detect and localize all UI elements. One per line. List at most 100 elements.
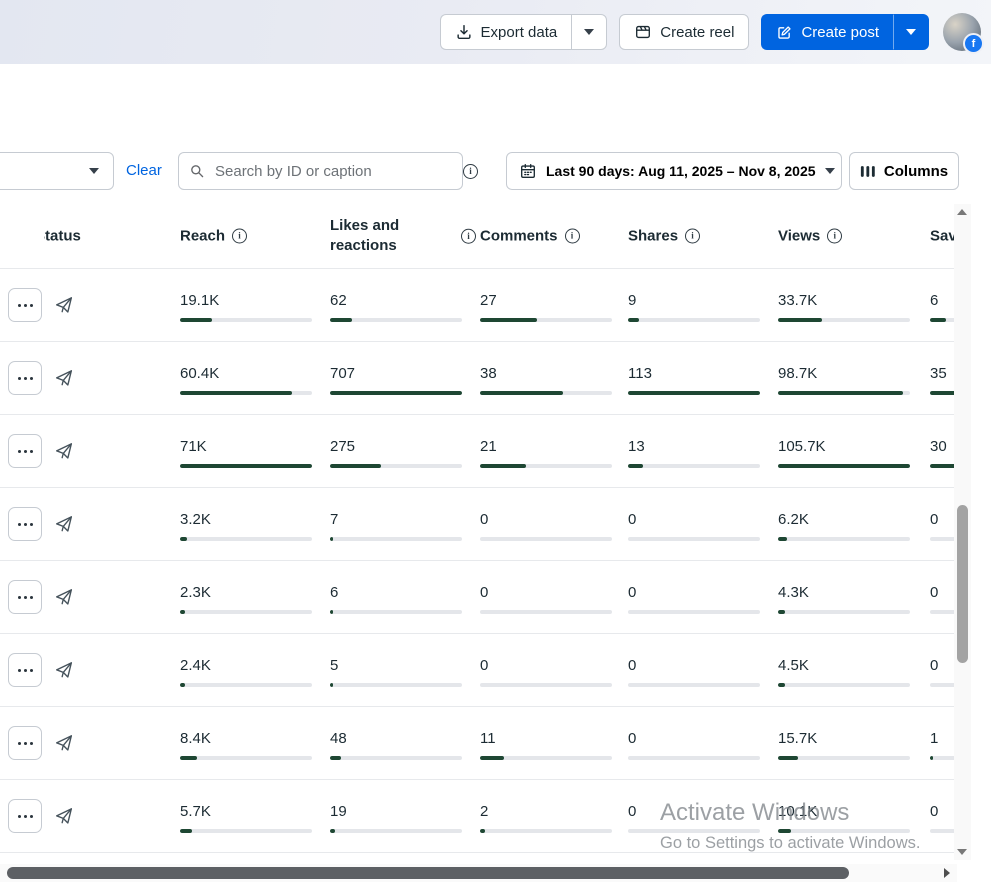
boost-icon[interactable] — [53, 294, 75, 316]
info-icon[interactable] — [232, 228, 248, 244]
likes-cell: 19 — [330, 803, 462, 833]
shares-cell: 113 — [628, 365, 760, 395]
info-icon[interactable] — [827, 228, 843, 244]
reach-cell: 8.4K — [180, 730, 312, 760]
metric-value: 0 — [628, 730, 637, 747]
horizontal-scrollbar[interactable] — [0, 864, 957, 882]
metric-bar-track — [628, 610, 760, 614]
row-menu-button[interactable] — [8, 507, 42, 541]
create-reel-button[interactable]: Create reel — [619, 14, 750, 50]
metric-bar-track — [180, 683, 312, 687]
info-icon[interactable] — [564, 228, 580, 244]
row-menu-button[interactable] — [8, 288, 42, 322]
metric-bar-fill — [180, 464, 312, 468]
download-icon — [455, 23, 473, 41]
row-menu-button[interactable] — [8, 361, 42, 395]
reach-cell: 71K — [180, 438, 312, 468]
metric-value: 113 — [628, 365, 652, 382]
metric-value: 60.4K — [180, 365, 220, 382]
column-header-likes[interactable]: Likes and reactions — [330, 216, 476, 257]
column-header-reach[interactable]: Reach — [180, 227, 248, 245]
export-options-button[interactable] — [571, 14, 608, 50]
comments-cell: 11 — [480, 730, 612, 760]
views-cell: 4.3K — [778, 584, 910, 614]
compose-icon — [776, 24, 793, 41]
metric-value: 19.1K — [180, 292, 220, 309]
metric-bar-track — [480, 683, 612, 687]
export-data-button[interactable]: Export data — [439, 14, 572, 50]
info-icon[interactable] — [461, 228, 476, 244]
row-menu-button[interactable] — [8, 653, 42, 687]
boost-icon[interactable] — [53, 586, 75, 608]
boost-icon[interactable] — [53, 805, 75, 827]
metric-value: 0 — [480, 657, 489, 674]
row-menu-button[interactable] — [8, 799, 42, 833]
metric-bar-track — [480, 610, 612, 614]
ellipsis-icon — [17, 741, 33, 745]
horizontal-scrollbar-thumb[interactable] — [7, 867, 849, 879]
boost-icon[interactable] — [53, 513, 75, 535]
row-menu-button[interactable] — [8, 434, 42, 468]
metric-bar-fill — [330, 318, 353, 322]
date-range-button[interactable]: Last 90 days: Aug 11, 2025 – Nov 8, 2025 — [506, 152, 842, 190]
caret-down-icon — [584, 29, 595, 35]
metric-value: 21 — [480, 438, 497, 455]
scroll-up-arrow-icon[interactable] — [957, 209, 967, 215]
scroll-down-arrow-icon[interactable] — [957, 849, 967, 855]
metric-bar-fill — [330, 391, 462, 395]
ellipsis-icon — [17, 595, 33, 599]
metric-bar-fill — [930, 318, 946, 322]
metric-bar-fill — [330, 610, 333, 614]
filter-bar: Clear Last 90 days: Aug 11, 2025 – Nov 8… — [0, 152, 991, 192]
ellipsis-icon — [17, 303, 33, 307]
column-header-views[interactable]: Views — [778, 228, 843, 245]
metric-bar-fill — [628, 464, 643, 468]
metric-value: 13 — [628, 438, 645, 455]
facebook-badge-icon — [963, 33, 984, 54]
row-menu-button[interactable] — [8, 726, 42, 760]
boost-icon[interactable] — [53, 367, 75, 389]
metric-bar-track — [628, 683, 760, 687]
metric-bar-track — [180, 537, 312, 541]
reach-header-label: Reach — [180, 227, 226, 245]
shares-cell: 0 — [628, 584, 760, 614]
reach-cell: 5.7K — [180, 803, 312, 833]
create-post-button[interactable]: Create post — [761, 14, 893, 50]
row-menu-button[interactable] — [8, 580, 42, 614]
columns-button[interactable]: Columns — [849, 152, 959, 190]
create-post-options-button[interactable] — [893, 14, 929, 50]
boost-icon[interactable] — [53, 440, 75, 462]
column-header-comments[interactable]: Comments — [480, 228, 580, 245]
topbar: Export data Create reel Create post — [0, 0, 991, 64]
metric-value: 0 — [480, 511, 489, 528]
vertical-scrollbar-thumb[interactable] — [957, 505, 968, 663]
metric-bar-track — [180, 829, 312, 833]
clear-filters-link[interactable]: Clear — [126, 152, 162, 190]
metric-bar-fill — [778, 683, 785, 687]
date-range-label: Last 90 days: Aug 11, 2025 – Nov 8, 2025 — [546, 163, 816, 179]
metric-value: 0 — [628, 511, 637, 528]
info-icon[interactable] — [685, 228, 701, 244]
vertical-scrollbar[interactable] — [954, 204, 971, 860]
columns-label: Columns — [883, 162, 949, 180]
reach-cell: 60.4K — [180, 365, 312, 395]
metric-bar-fill — [930, 756, 933, 760]
reach-cell: 19.1K — [180, 292, 312, 322]
comments-cell: 2 — [480, 803, 612, 833]
metric-bar-fill — [330, 756, 341, 760]
profile-avatar[interactable] — [943, 13, 984, 54]
search-input[interactable] — [213, 161, 452, 181]
metric-value: 9 — [628, 292, 637, 309]
metric-bar-fill — [480, 756, 504, 760]
info-icon[interactable] — [463, 164, 478, 179]
metric-value: 5.7K — [180, 803, 211, 820]
column-header-shares[interactable]: Shares — [628, 228, 701, 245]
metric-value: 33.7K — [778, 292, 818, 309]
filter-dropdown[interactable] — [0, 152, 114, 190]
boost-icon[interactable] — [53, 659, 75, 681]
scroll-right-arrow-icon[interactable] — [944, 868, 950, 878]
shares-cell: 0 — [628, 657, 760, 687]
column-header-status[interactable]: Status — [44, 228, 102, 245]
metric-value: 2.3K — [180, 584, 211, 601]
boost-icon[interactable] — [53, 732, 75, 754]
